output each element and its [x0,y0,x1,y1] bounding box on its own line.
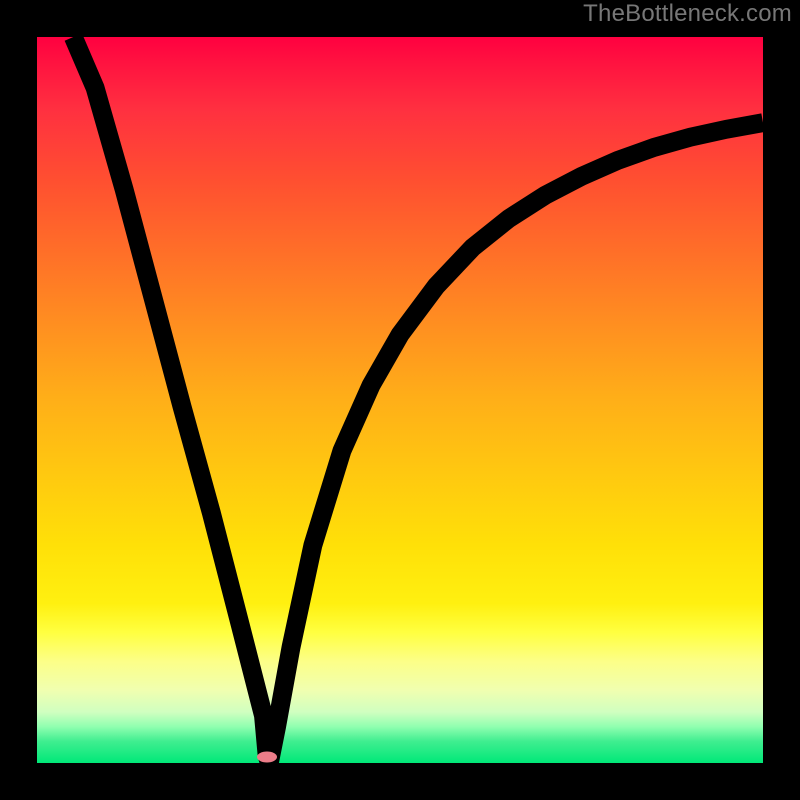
optimal-point-marker [257,752,277,763]
bottleneck-chart: TheBottleneck.com [0,0,800,800]
chart-background-gradient [37,37,763,763]
watermark: TheBottleneck.com [583,0,792,28]
